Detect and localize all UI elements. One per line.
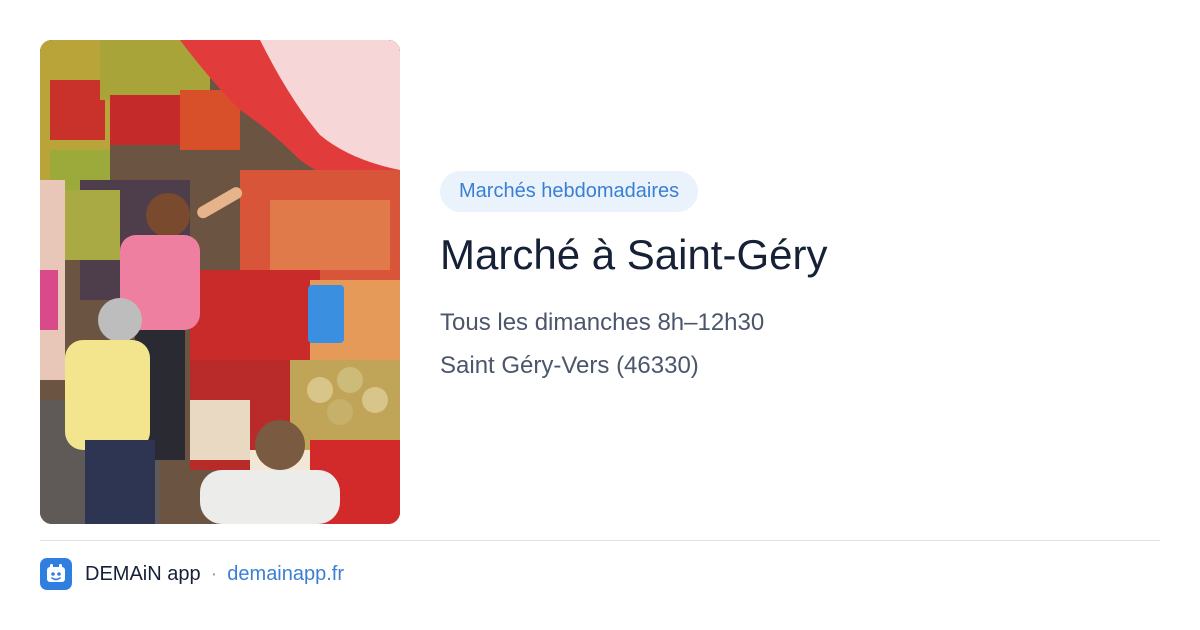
site-link[interactable]: demainapp.fr [227, 563, 344, 586]
app-name: DEMAiN app [85, 562, 201, 585]
market-title: Marché à Saint-Géry [440, 231, 828, 278]
logo-glyph [47, 564, 65, 582]
market-photo-illustration [40, 40, 400, 524]
market-photo [40, 40, 400, 524]
footer: DEMAiN app · demainapp.fr [40, 557, 344, 591]
demain-app-logo-icon[interactable] [40, 558, 72, 590]
footer-separator: · [210, 562, 218, 585]
market-schedule: Tous les dimanches 8h–12h30 [440, 309, 765, 336]
category-badge[interactable]: Marchés hebdomadaires [440, 171, 699, 212]
footer-divider [40, 540, 1160, 541]
market-location: Saint Géry-Vers (46330) [440, 352, 699, 379]
